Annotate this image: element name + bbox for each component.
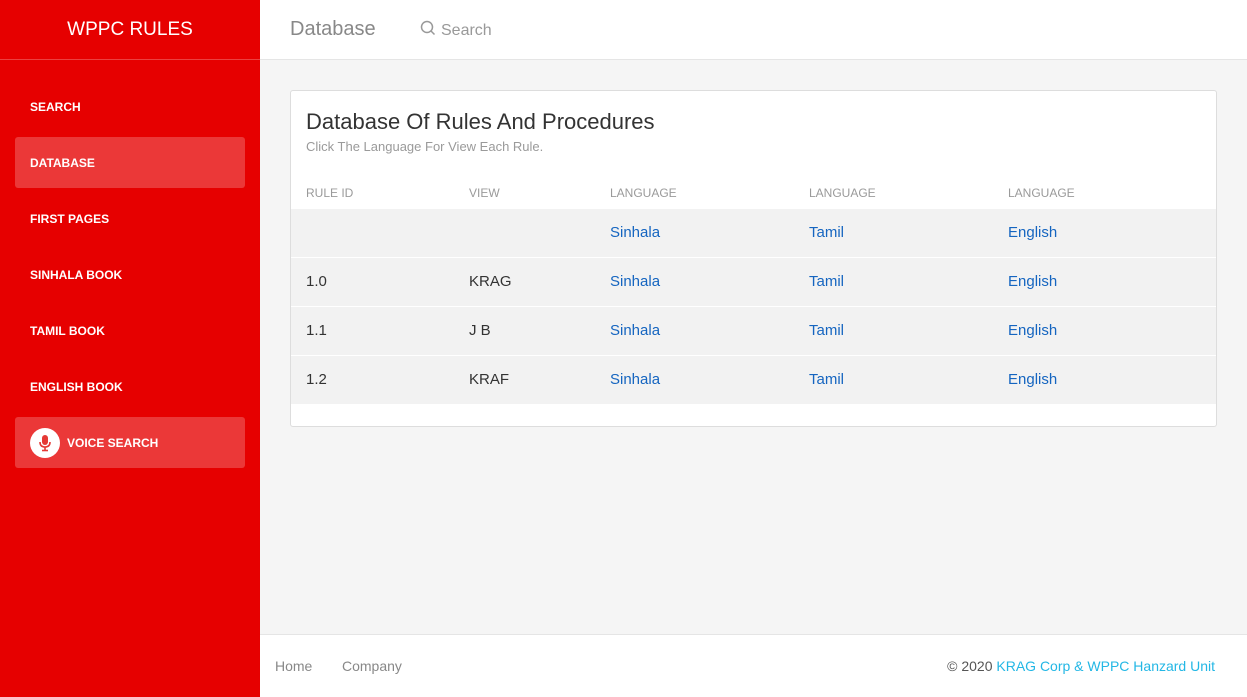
tamil-link[interactable]: Tamil	[809, 224, 844, 241]
column-header-language: LANGUAGE	[1008, 186, 1075, 200]
sidebar-nav: SEARCH DATABASE FIRST PAGES SINHALA BOOK…	[0, 60, 260, 468]
english-link[interactable]: English	[1008, 224, 1057, 241]
copyright-prefix: © 2020	[947, 658, 993, 674]
english-link[interactable]: English	[1008, 371, 1057, 388]
sidebar-item-label: ENGLISH BOOK	[30, 379, 123, 394]
copyright-link[interactable]: KRAG Corp & WPPC Hanzard Unit	[996, 658, 1215, 674]
column-header-language: LANGUAGE	[610, 186, 677, 200]
table-row: 1.1 J B Sinhala Tamil English	[291, 305, 1216, 355]
footer: Home Company © 2020 KRAG Corp & WPPC Han…	[260, 634, 1247, 697]
rule-id-cell	[291, 207, 469, 257]
rule-id-cell: 1.2	[291, 354, 469, 404]
sidebar-item-label: DATABASE	[30, 155, 95, 170]
sinhala-link[interactable]: Sinhala	[610, 273, 660, 290]
tamil-link[interactable]: Tamil	[809, 371, 844, 388]
sidebar-item-label: SEARCH	[30, 99, 81, 114]
table-row: 1.2 KRAF Sinhala Tamil English	[291, 354, 1216, 404]
sinhala-link[interactable]: Sinhala	[610, 322, 660, 339]
copyright: © 2020 KRAG Corp & WPPC Hanzard Unit	[947, 658, 1215, 674]
rules-table: RULE ID VIEW LANGUAGE LANGUAGE LANGUAGE …	[291, 179, 1216, 404]
english-link[interactable]: English	[1008, 322, 1057, 339]
sidebar-item-first-pages[interactable]: FIRST PAGES	[15, 193, 245, 244]
rule-id-cell: 1.0	[291, 256, 469, 306]
page-title: Database	[290, 18, 376, 40]
sidebar-item-english-book[interactable]: ENGLISH BOOK	[15, 361, 245, 412]
search-link[interactable]: Search	[420, 20, 492, 41]
search-icon	[420, 20, 441, 41]
english-link[interactable]: English	[1008, 273, 1057, 290]
sidebar: WPPC RULES SEARCH DATABASE FIRST PAGES S…	[0, 0, 260, 697]
sidebar-item-label: FIRST PAGES	[30, 211, 110, 226]
rules-card: Database Of Rules And Procedures Click T…	[290, 90, 1217, 427]
footer-company-link[interactable]: Company	[342, 658, 402, 674]
sidebar-item-label: VOICE SEARCH	[67, 435, 159, 450]
table-header-row: RULE ID VIEW LANGUAGE LANGUAGE LANGUAGE	[291, 179, 1216, 208]
column-header-view: VIEW	[469, 186, 500, 200]
tamil-link[interactable]: Tamil	[809, 322, 844, 339]
view-cell: KRAF	[469, 354, 610, 404]
sidebar-item-label: SINHALA BOOK	[30, 267, 123, 282]
sidebar-item-search[interactable]: SEARCH	[15, 81, 245, 132]
sinhala-link[interactable]: Sinhala	[610, 371, 660, 388]
search-label: Search	[441, 21, 492, 39]
sidebar-item-tamil-book[interactable]: TAMIL BOOK	[15, 305, 245, 356]
column-header-language: LANGUAGE	[809, 186, 876, 200]
sinhala-link[interactable]: Sinhala	[610, 224, 660, 241]
view-cell: J B	[469, 305, 610, 355]
card-title: Database Of Rules And Procedures	[306, 109, 655, 134]
table-row: Sinhala Tamil English	[291, 207, 1216, 257]
sidebar-item-label: TAMIL BOOK	[30, 323, 105, 338]
brand-title[interactable]: WPPC RULES	[0, 0, 260, 60]
table-row: 1.0 KRAG Sinhala Tamil English	[291, 256, 1216, 306]
sidebar-item-voice-search[interactable]: VOICE SEARCH	[15, 417, 245, 468]
sidebar-item-sinhala-book[interactable]: SINHALA BOOK	[15, 249, 245, 300]
rule-id-cell: 1.1	[291, 305, 469, 355]
tamil-link[interactable]: Tamil	[809, 273, 844, 290]
footer-home-link[interactable]: Home	[275, 658, 312, 674]
top-bar: Database Search	[260, 0, 1247, 60]
sidebar-item-database[interactable]: DATABASE	[15, 137, 245, 188]
view-cell: KRAG	[469, 256, 610, 306]
microphone-icon	[30, 427, 60, 458]
card-subtitle: Click The Language For View Each Rule.	[306, 139, 544, 154]
view-cell	[469, 207, 610, 257]
column-header-rule-id: RULE ID	[306, 186, 354, 200]
